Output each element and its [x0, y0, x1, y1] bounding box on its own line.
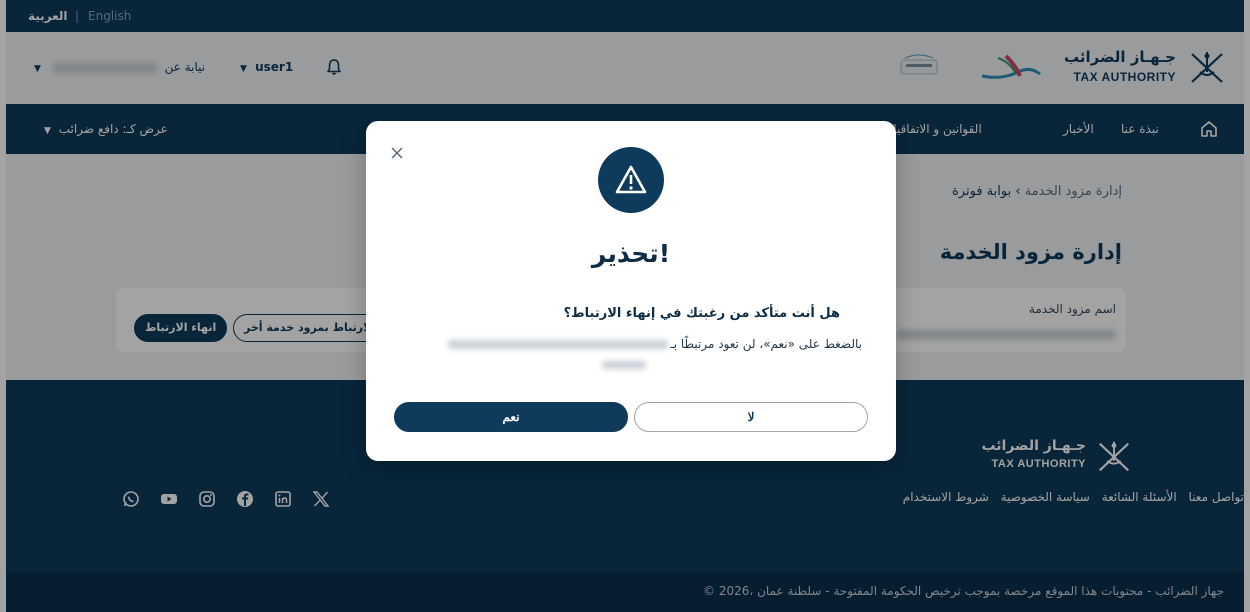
cancel-no-button[interactable]: لا — [634, 402, 868, 432]
dialog-description-text: بالضغط على «نعم»، لن تعود مرتبطًا بـ — [670, 337, 862, 351]
close-icon[interactable] — [390, 145, 404, 159]
blurred-provider-name-continued — [602, 361, 646, 369]
confirm-yes-button[interactable]: نعم — [394, 402, 628, 432]
blurred-provider-name — [448, 340, 669, 349]
dialog-title: تحذير! — [591, 239, 671, 268]
warning-dialog: تحذير! هل أنت متأكد من رغبتك في إنهاء ال… — [366, 121, 896, 461]
dialog-description: بالضغط على «نعم»، لن تعود مرتبطًا بـ — [446, 337, 862, 351]
warning-icon — [598, 147, 664, 213]
dialog-question: هل أنت متأكد من رغبتك في إنهاء الارتباط؟ — [563, 306, 840, 321]
